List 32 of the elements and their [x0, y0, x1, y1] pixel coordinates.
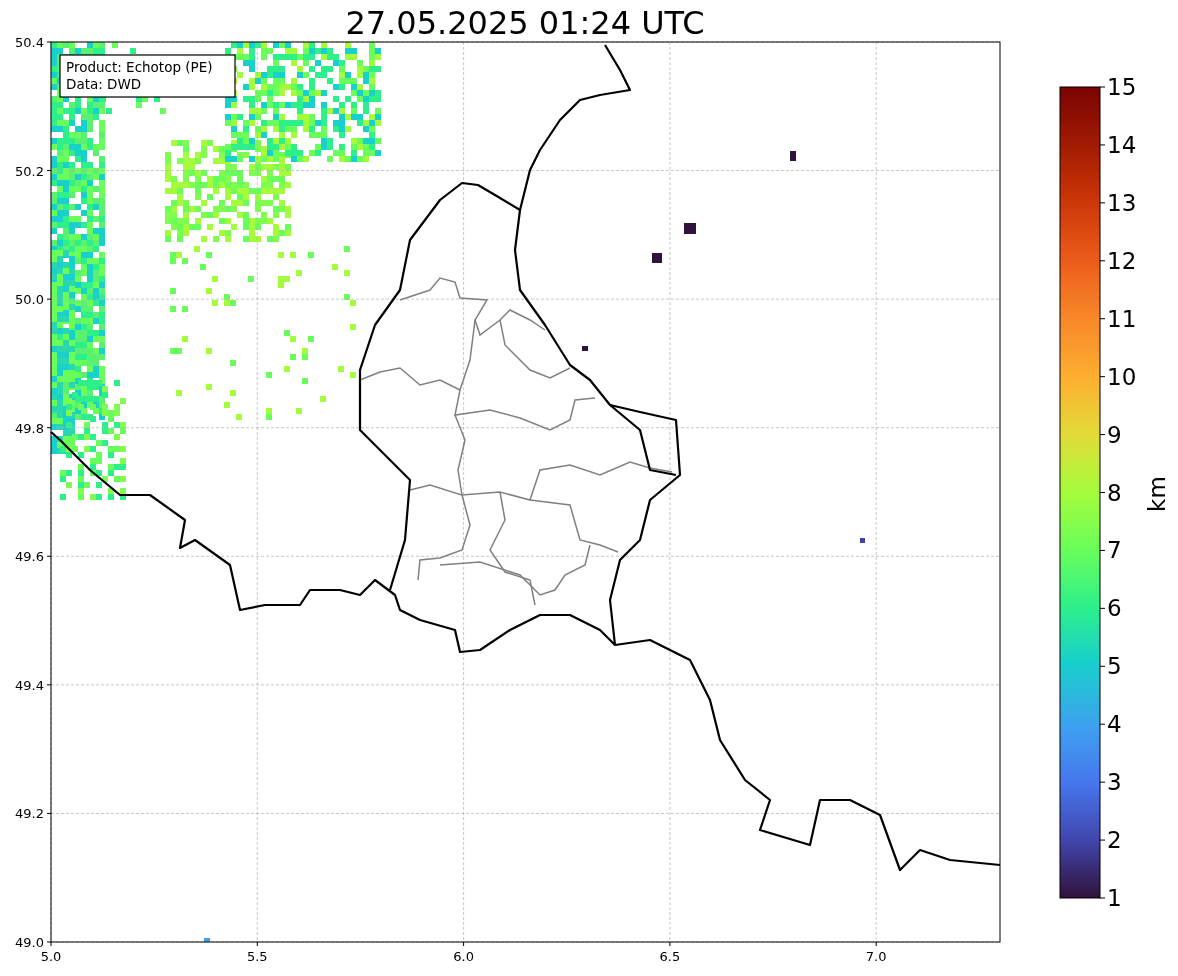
colorbar-tick-label: 9 — [1107, 421, 1122, 448]
chart-title: 27.05.2025 01:24 UTC — [345, 4, 705, 42]
colorbar-tick-label: 11 — [1107, 305, 1137, 332]
x-tick-label: 6.5 — [659, 949, 681, 964]
colorbar-tick-label: 6 — [1107, 595, 1122, 622]
colorbar-tick-label: 15 — [1107, 74, 1137, 100]
info-text: Data: DWD — [66, 76, 142, 92]
x-tick-label: 6.0 — [453, 949, 474, 964]
x-tick-label: 5.5 — [246, 949, 268, 964]
y-tick-label: 50.4 — [15, 35, 44, 50]
colorbar-tick-label: 7 — [1107, 537, 1122, 564]
colorbar-tick-label: 1 — [1107, 885, 1122, 911]
y-tick-label: 49.0 — [15, 935, 44, 950]
x-tick-label: 7.0 — [865, 949, 887, 964]
colorbar-tick-label: 13 — [1107, 189, 1137, 216]
colorbar-tick-label: 12 — [1107, 247, 1137, 274]
colorbar-tick-label: 14 — [1107, 131, 1137, 158]
colorbar-tick-label: 3 — [1107, 769, 1122, 796]
y-tick-label: 49.8 — [15, 420, 44, 436]
y-tick-label: 50.2 — [15, 163, 44, 179]
colorbar-tick-label: 2 — [1107, 827, 1122, 854]
colorbar-tick-label: 8 — [1107, 479, 1122, 506]
colorbar-label: km — [1144, 476, 1170, 512]
y-tick-label: 49.6 — [15, 549, 44, 565]
info-text: Product: Echotop (PE) — [66, 59, 213, 75]
colorbar-tick-label: 4 — [1107, 711, 1122, 738]
y-tick-label: 49.2 — [15, 806, 44, 822]
colorbar-tick-label: 5 — [1107, 653, 1122, 680]
y-tick-label: 50.0 — [15, 292, 44, 308]
x-tick-label: 5.0 — [40, 949, 62, 964]
y-tick-label: 49.4 — [15, 677, 44, 693]
colorbar-tick-label: 10 — [1107, 363, 1137, 390]
